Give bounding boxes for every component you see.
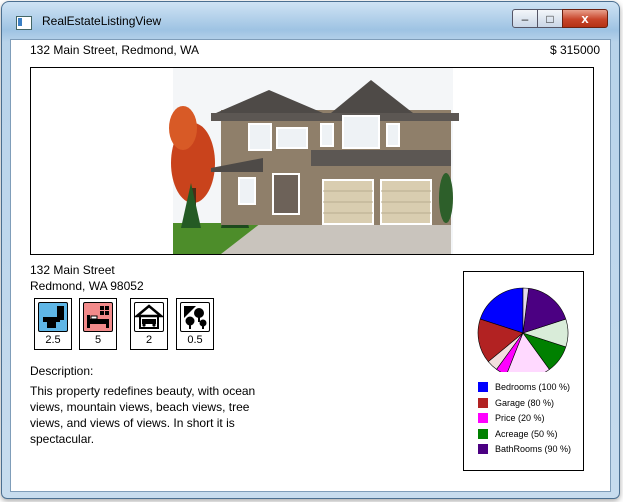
feature-pie-chart: Bedrooms (100 %) Garage (80 %) Price (20 %…	[463, 271, 584, 471]
house-photo-frame	[30, 67, 594, 255]
city-state-zip: Redmond, WA 98052	[30, 279, 144, 293]
legend-label: BathRooms (90 %)	[495, 444, 572, 454]
legend-swatch	[478, 428, 488, 439]
feature-bathrooms: 2.5	[34, 298, 72, 350]
acreage-value: 0.5	[187, 334, 203, 346]
street-address: 132 Main Street	[30, 263, 115, 277]
garage-icon	[133, 302, 165, 332]
title-bar[interactable]: RealEstateListingView – □ x	[2, 2, 619, 32]
legend-swatch	[478, 413, 488, 423]
bedrooms-value: 5	[94, 334, 102, 346]
app-window: RealEstateListingView – □ x 132 Main Str…	[1, 1, 620, 499]
close-icon: x	[581, 11, 589, 26]
bathroom-icon	[38, 302, 68, 332]
legend-swatch	[478, 382, 488, 392]
feature-garage: 2	[130, 298, 168, 350]
legend-label: Garage (80 %)	[495, 397, 555, 408]
feature-acreage: 0.5	[176, 298, 214, 350]
legend-label: Bedrooms (100 %)	[495, 382, 571, 392]
pie-chart	[477, 287, 569, 372]
description-text: This property redefines beauty, with oce…	[30, 384, 256, 446]
bedroom-icon	[83, 302, 113, 332]
legend-swatch	[478, 397, 488, 408]
maximize-icon: □	[546, 12, 554, 26]
bathrooms-value: 2.5	[45, 334, 61, 346]
legend-swatch	[478, 444, 488, 454]
listing-panel: 132 Main Street, Redmond, WA $ 315000 13…	[10, 39, 611, 492]
minimize-icon: –	[521, 12, 529, 26]
legend-label: Acreage (50 %)	[495, 428, 558, 439]
app-icon	[16, 16, 32, 30]
address-header: 132 Main Street, Redmond, WA	[30, 43, 199, 57]
feature-bedrooms: 5	[79, 298, 117, 350]
window-title: RealEstateListingView	[42, 14, 162, 28]
garage-value: 2	[145, 334, 153, 346]
minimize-button[interactable]: –	[512, 9, 538, 28]
price-header: $ 315000	[549, 43, 600, 57]
legend-label: Price (20 %)	[495, 413, 545, 423]
description-label: Description:	[30, 364, 94, 378]
close-button[interactable]: x	[562, 9, 608, 28]
maximize-button[interactable]: □	[537, 9, 563, 28]
house-photo	[169, 68, 459, 254]
acreage-icon	[180, 302, 210, 332]
